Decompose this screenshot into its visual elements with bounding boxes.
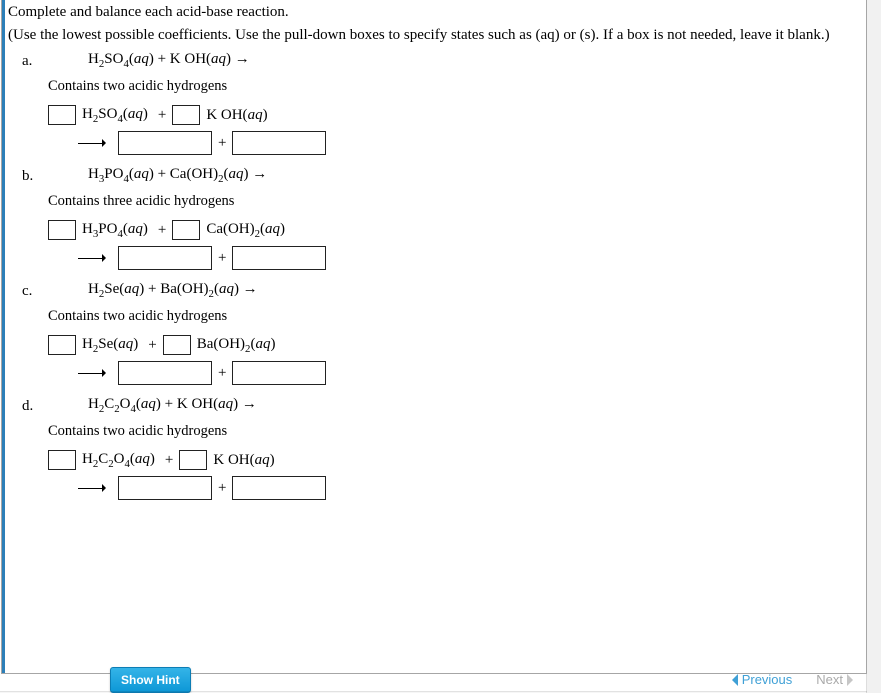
given-equation: H2C2O4(aq) + K OH(aq) → [48, 396, 257, 415]
products-entry: + [22, 361, 858, 385]
given-equation: H3PO4(aq) + Ca(OH)2(aq) → [48, 166, 267, 185]
product-input[interactable] [232, 131, 326, 155]
chevron-right-icon [847, 674, 859, 686]
plus-sign: + [154, 222, 170, 239]
problem: c.H2Se(aq) + Ba(OH)2(aq) → Contains two a… [22, 280, 858, 385]
plus-sign: + [144, 337, 160, 354]
next-button[interactable]: Next [816, 672, 859, 687]
reaction-arrow-icon [78, 253, 110, 263]
problem-note: Contains two acidic hydrogens [22, 308, 858, 325]
reactant-2: Ba(OH)2(aq) [193, 336, 280, 355]
product-input[interactable] [232, 246, 326, 270]
coefficient-input[interactable] [179, 450, 207, 470]
page-root: Complete and balance each acid-base reac… [0, 0, 881, 693]
reactant-2: K OH(aq) [209, 452, 278, 469]
coefficient-input[interactable] [163, 335, 191, 355]
problem: d.H2C2O4(aq) + K OH(aq) → Contains two ac… [22, 395, 858, 500]
nav-controls: Previous Next [726, 672, 859, 687]
reactant-2: Ca(OH)2(aq) [202, 221, 289, 240]
products-entry: + [22, 246, 858, 270]
previous-button[interactable]: Previous [726, 672, 793, 687]
products-entry: + [22, 476, 858, 500]
plus-sign: + [154, 107, 170, 124]
product-input[interactable] [232, 476, 326, 500]
coefficient-input[interactable] [48, 335, 76, 355]
product-input[interactable] [118, 246, 212, 270]
reaction-arrow-icon [78, 368, 110, 378]
reactants-entry: H2C2O4(aq)+ K OH(aq) [22, 450, 858, 470]
product-input[interactable] [118, 131, 212, 155]
problem-label: c. [22, 280, 48, 300]
next-label: Next [816, 672, 843, 687]
reactant-1: H2C2O4(aq) [78, 451, 159, 470]
show-hint-button[interactable]: Show Hint [110, 667, 191, 693]
problem-header: b.H3PO4(aq) + Ca(OH)2(aq) → [22, 165, 858, 185]
problems-list: a.H2SO4(aq) + K OH(aq) → Contains two aci… [8, 50, 858, 500]
coefficient-input[interactable] [48, 105, 76, 125]
question-panel: Complete and balance each acid-base reac… [1, 0, 867, 674]
problem-note: Contains three acidic hydrogens [22, 193, 858, 210]
given-equation: H2SO4(aq) + K OH(aq) → [48, 51, 250, 70]
problem: b.H3PO4(aq) + Ca(OH)2(aq) → Contains thre… [22, 165, 858, 270]
problem-note: Contains two acidic hydrogens [22, 78, 858, 95]
given-equation: H2Se(aq) + Ba(OH)2(aq) → [48, 281, 258, 300]
coefficient-input[interactable] [172, 220, 200, 240]
plus-sign: + [161, 452, 177, 469]
instructions-line1: Complete and balance each acid-base reac… [8, 4, 858, 21]
instructions-line2: (Use the lowest possible coefficients. U… [8, 27, 858, 44]
chevron-left-icon [726, 674, 738, 686]
problem: a.H2SO4(aq) + K OH(aq) → Contains two aci… [22, 50, 858, 155]
products-entry: + [22, 131, 858, 155]
scrollbar-track[interactable] [866, 0, 881, 693]
reactants-entry: H2SO4(aq)+ K OH(aq) [22, 105, 858, 125]
product-input[interactable] [118, 476, 212, 500]
footer: Show Hint Previous Next [0, 651, 881, 693]
reactants-entry: H2Se(aq)+ Ba(OH)2(aq) [22, 335, 858, 355]
coefficient-input[interactable] [48, 450, 76, 470]
product-input[interactable] [118, 361, 212, 385]
problem-label: b. [22, 165, 48, 185]
problem-header: c.H2Se(aq) + Ba(OH)2(aq) → [22, 280, 858, 300]
previous-label: Previous [742, 672, 793, 687]
reactant-1: H2SO4(aq) [78, 106, 152, 125]
problem-note: Contains two acidic hydrogens [22, 423, 858, 440]
reactant-1: H2Se(aq) [78, 336, 142, 355]
reactant-1: H3PO4(aq) [78, 221, 152, 240]
reaction-arrow-icon [78, 483, 110, 493]
plus-sign: + [214, 135, 230, 152]
reaction-arrow-icon [78, 138, 110, 148]
coefficient-input[interactable] [172, 105, 200, 125]
product-input[interactable] [232, 361, 326, 385]
problem-label: a. [22, 50, 48, 70]
reactants-entry: H3PO4(aq)+ Ca(OH)2(aq) [22, 220, 858, 240]
coefficient-input[interactable] [48, 220, 76, 240]
reactant-2: K OH(aq) [202, 107, 271, 124]
problem-header: a.H2SO4(aq) + K OH(aq) → [22, 50, 858, 70]
problem-header: d.H2C2O4(aq) + K OH(aq) → [22, 395, 858, 415]
instructions: Complete and balance each acid-base reac… [8, 4, 858, 44]
plus-sign: + [214, 365, 230, 382]
plus-sign: + [214, 480, 230, 497]
problem-label: d. [22, 395, 48, 415]
plus-sign: + [214, 250, 230, 267]
